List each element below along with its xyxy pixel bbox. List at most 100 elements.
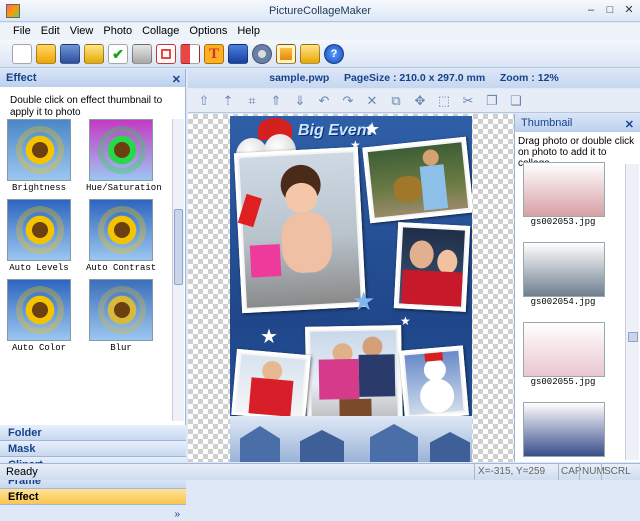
align-icon[interactable]: ✥: [412, 93, 428, 109]
effect-label: Blur: [110, 343, 132, 353]
effect-thumbnail[interactable]: Auto Levels: [4, 199, 74, 273]
effect-panel-title: Effect: [6, 72, 37, 84]
more-icon[interactable]: »: [0, 509, 186, 521]
collage-photo[interactable]: [305, 325, 403, 431]
menu-edit[interactable]: Edit: [36, 23, 65, 40]
star-decoration: ★: [364, 119, 381, 139]
thumbnail-filename: gs002054.jpg: [530, 297, 596, 307]
collage-page[interactable]: Big Event ★ ★ ★ ★ ★: [230, 116, 472, 462]
collage-photo[interactable]: [393, 222, 471, 312]
snow-houses-decoration: [230, 416, 472, 462]
main-toolbar: ✔ T ?: [0, 40, 640, 68]
move-up-icon[interactable]: ⇑: [268, 93, 284, 109]
bring-forward-icon[interactable]: ⇡: [220, 93, 236, 109]
minimize-button[interactable]: –: [582, 2, 600, 18]
image-icon[interactable]: [276, 44, 296, 64]
copy-icon[interactable]: ❐: [484, 93, 500, 109]
effect-thumbnail[interactable]: Brightness: [4, 119, 74, 193]
sunflower-image: [7, 199, 71, 261]
star-decoration: ★: [260, 326, 278, 348]
grid-icon[interactable]: [180, 44, 200, 64]
star-decoration: ★: [400, 314, 411, 328]
effect-hint: Double click on effect thumbnail to appl…: [10, 95, 163, 118]
save-icon[interactable]: [60, 44, 80, 64]
thumbnail-filename: gs002055.jpg: [530, 377, 596, 387]
collage-photo[interactable]: [362, 136, 472, 224]
cut-icon[interactable]: ✂: [460, 93, 476, 109]
check-icon[interactable]: ✔: [108, 44, 128, 64]
effect-thumbnail[interactable]: Blur: [86, 279, 156, 353]
menu-photo[interactable]: Photo: [98, 23, 137, 40]
collage-photo[interactable]: [231, 348, 311, 422]
effect-label: Hue/Saturation: [86, 183, 162, 193]
menu-view[interactable]: View: [65, 23, 99, 40]
paste-icon[interactable]: ❏: [508, 93, 524, 109]
text-icon[interactable]: T: [204, 44, 224, 64]
effect-scrollbar[interactable]: [172, 119, 184, 421]
folder-icon[interactable]: [300, 44, 320, 64]
scrl-indicator: SCRL: [601, 464, 631, 480]
collage-photo[interactable]: [399, 345, 469, 421]
effect-grid: Brightness Hue/Saturation Auto Levels Auto …: [0, 119, 172, 421]
print-icon[interactable]: [132, 44, 152, 64]
pagesize-label: PageSize :: [343, 72, 397, 84]
effect-label: Auto Color: [11, 343, 66, 353]
redo-icon[interactable]: ↷: [340, 93, 356, 109]
effect-thumbnail[interactable]: Hue/Saturation: [86, 119, 162, 193]
sunflower-image: [89, 279, 153, 341]
nav-item-mask[interactable]: Mask: [0, 441, 186, 457]
undo-icon[interactable]: ↶: [316, 93, 332, 109]
menu-help[interactable]: Help: [232, 23, 265, 40]
new-icon[interactable]: [12, 44, 32, 64]
menu-file[interactable]: File: [8, 23, 36, 40]
thumbnail-photo[interactable]: [523, 242, 605, 297]
effect-panel: Effect ✕ Double click on effect thumbnai…: [0, 69, 186, 521]
sunflower-image: [7, 119, 71, 181]
thumbnail-photo[interactable]: [523, 322, 605, 377]
scroll-thumb[interactable]: [628, 332, 638, 342]
collage-photo[interactable]: [233, 146, 367, 314]
notebook-icon[interactable]: [84, 44, 104, 64]
menu-collage[interactable]: Collage: [137, 23, 184, 40]
monitor-icon[interactable]: [228, 44, 248, 64]
sunflower-image: [89, 199, 153, 261]
bring-front-icon[interactable]: ⇧: [196, 93, 212, 109]
zoom-label: Zoom :: [499, 72, 535, 84]
sunflower-image: [89, 119, 153, 181]
layout-icon[interactable]: [156, 44, 176, 64]
thumbnail-panel-header: Thumbnail ✕: [515, 114, 640, 132]
close-icon[interactable]: ✕: [172, 71, 181, 89]
thumbnail-panel: Thumbnail ✕ Drag photo or double click o…: [514, 114, 640, 462]
effect-thumbnail[interactable]: Auto Contrast: [86, 199, 156, 273]
file-name: sample.pwp: [269, 72, 330, 84]
thumbnail-photo[interactable]: [523, 402, 605, 457]
fit-icon[interactable]: ⬚: [436, 93, 452, 109]
effect-label: Brightness: [11, 183, 66, 193]
menu-options[interactable]: Options: [184, 23, 232, 40]
canvas-area[interactable]: Big Event ★ ★ ★ ★ ★: [188, 114, 514, 462]
thumbnail-scrollbar[interactable]: [625, 164, 639, 460]
crop-icon[interactable]: ⌗: [244, 93, 260, 109]
delete-icon[interactable]: ✕: [364, 93, 380, 109]
thumbnail-photo[interactable]: [523, 162, 605, 217]
star-decoration: ★: [352, 286, 376, 316]
effect-thumbnail[interactable]: Auto Color: [4, 279, 74, 353]
maximize-button[interactable]: □: [601, 2, 619, 18]
coordinates-readout: X=-315, Y=259: [474, 464, 560, 480]
sunflower-image: [7, 279, 71, 341]
settings-icon[interactable]: [252, 44, 272, 64]
nav-item-folder[interactable]: Folder: [0, 425, 186, 441]
close-icon[interactable]: ✕: [625, 116, 634, 134]
duplicate-icon[interactable]: ⧉: [388, 93, 404, 109]
open-icon[interactable]: [36, 44, 56, 64]
title-bar: PictureCollageMaker – □ ✕: [0, 0, 640, 22]
effect-panel-header: Effect ✕: [0, 69, 185, 87]
scroll-thumb[interactable]: [174, 209, 183, 285]
move-down-icon[interactable]: ⇓: [292, 93, 308, 109]
thumbnail-panel-title: Thumbnail: [521, 117, 573, 129]
help-icon[interactable]: ?: [324, 44, 344, 64]
nav-item-effect[interactable]: Effect: [0, 489, 186, 505]
close-button[interactable]: ✕: [620, 2, 638, 18]
window-title: PictureCollageMaker: [268, 5, 372, 17]
app-icon: [6, 4, 20, 18]
